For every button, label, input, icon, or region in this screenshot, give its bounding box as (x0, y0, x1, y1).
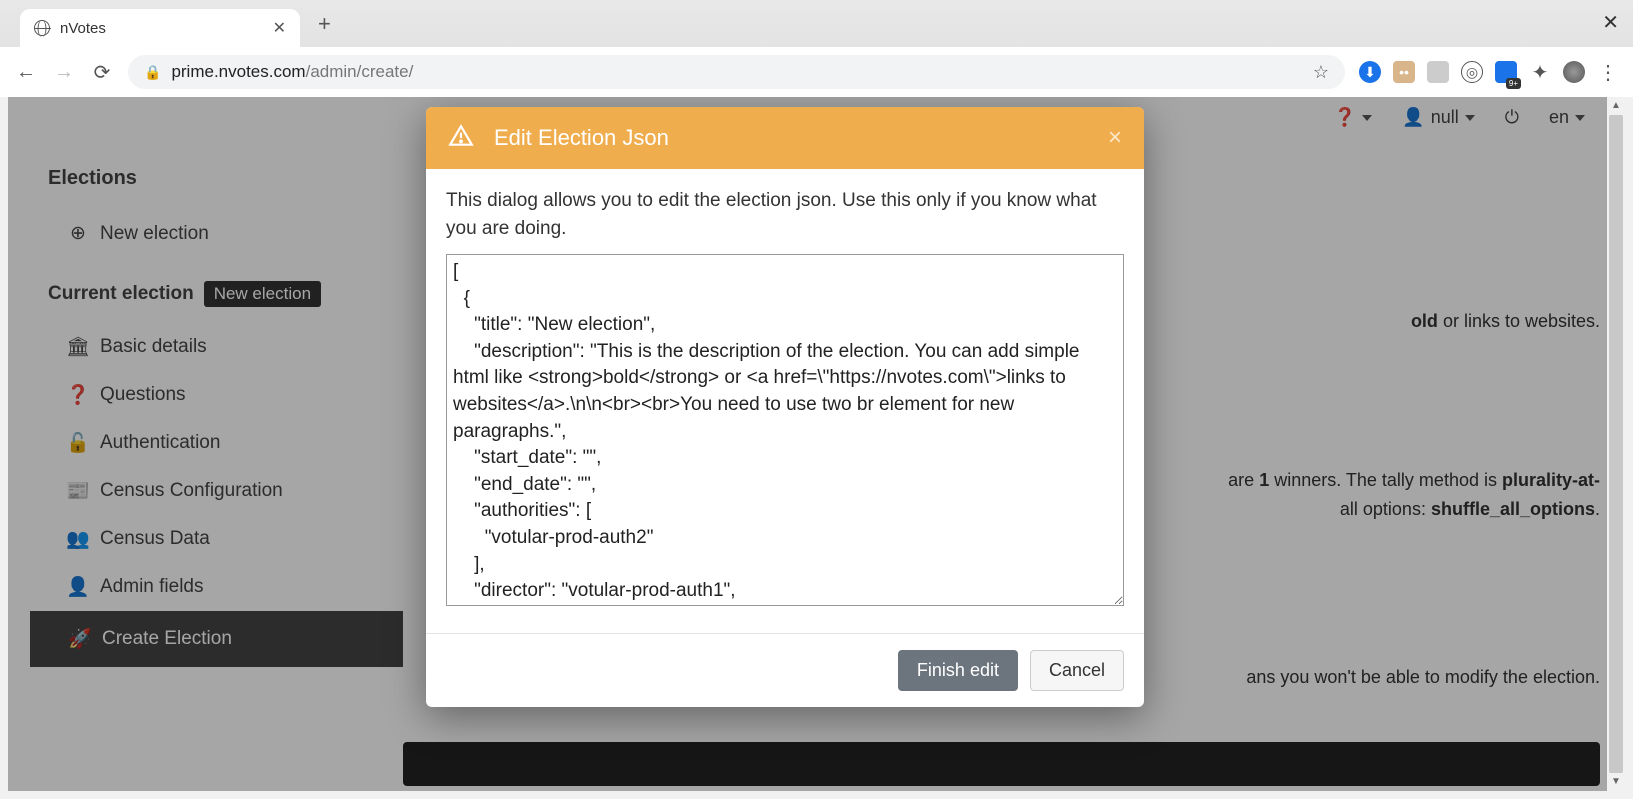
reload-button[interactable]: ⟳ (90, 60, 114, 85)
profile-avatar[interactable] (1563, 61, 1585, 83)
cancel-button[interactable]: Cancel (1030, 650, 1124, 691)
page-scrollbar[interactable]: ▲ ▼ (1607, 97, 1625, 791)
scroll-down-arrow[interactable]: ▼ (1607, 773, 1625, 791)
back-button[interactable]: ← (14, 61, 38, 84)
modal-intro-text: This dialog allows you to edit the elect… (446, 187, 1124, 242)
extension-icon[interactable] (1495, 61, 1517, 83)
modal-title: Edit Election Json (494, 125, 669, 151)
modal-footer: Finish edit Cancel (426, 633, 1144, 707)
nav-bar: ← → ⟳ 🔒 prime.nvotes.com/admin/create/ ☆… (0, 47, 1633, 97)
scroll-thumb[interactable] (1609, 115, 1623, 773)
url-bar[interactable]: 🔒 prime.nvotes.com/admin/create/ ☆ (128, 55, 1345, 89)
modal-header: Edit Election Json × (426, 107, 1144, 169)
warning-icon (448, 123, 476, 154)
edit-json-modal: Edit Election Json × This dialog allows … (426, 107, 1144, 707)
extension-icon[interactable]: ◎ (1461, 61, 1483, 83)
tab-close-icon[interactable]: ✕ (273, 18, 286, 38)
tab-bar: nVotes ✕ + ✕ (0, 0, 1633, 47)
lock-icon: 🔒 (144, 64, 161, 81)
browser-chrome: nVotes ✕ + ✕ ← → ⟳ 🔒 prime.nvotes.com/ad… (0, 0, 1633, 97)
new-tab-button[interactable]: + (318, 11, 331, 37)
forward-button: → (52, 61, 76, 84)
url-path: /admin/create/ (306, 62, 414, 81)
tab-title: nVotes (60, 20, 106, 37)
scroll-up-arrow[interactable]: ▲ (1607, 97, 1625, 115)
browser-menu-icon[interactable]: ⋮ (1597, 61, 1619, 83)
extension-icons: ⬇ •• ◎ ✦ ⋮ (1359, 61, 1619, 83)
modal-close-button[interactable]: × (1108, 124, 1122, 152)
extension-icon[interactable]: •• (1393, 61, 1415, 83)
json-textarea[interactable] (446, 254, 1124, 606)
extensions-menu-icon[interactable]: ✦ (1529, 61, 1551, 83)
browser-tab[interactable]: nVotes ✕ (20, 9, 300, 47)
url-domain: prime.nvotes.com (171, 62, 305, 81)
modal-body: This dialog allows you to edit the elect… (426, 169, 1144, 633)
extension-icon[interactable] (1427, 61, 1449, 83)
finish-edit-button[interactable]: Finish edit (898, 650, 1018, 691)
globe-icon (34, 20, 50, 36)
page-viewport: ❓ 👤 null ⏻ en Elections ⊕ New election C… (8, 97, 1625, 791)
bookmark-star-icon[interactable]: ☆ (1313, 62, 1329, 83)
window-close-icon[interactable]: ✕ (1602, 10, 1619, 35)
download-icon[interactable]: ⬇ (1359, 61, 1381, 83)
